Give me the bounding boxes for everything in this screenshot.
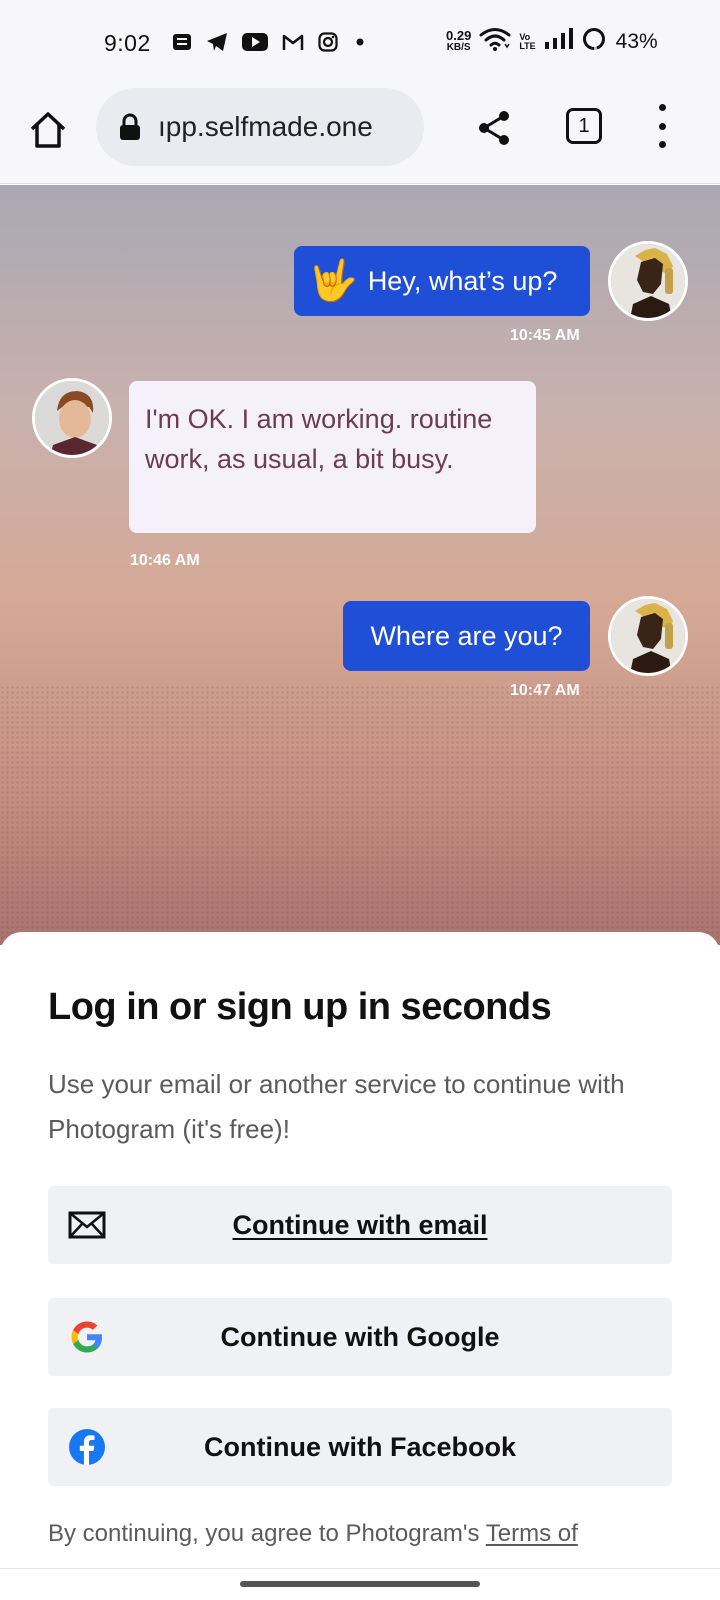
login-sheet: Log in or sign up in seconds Use your em… <box>0 932 720 1572</box>
network-speed-unit: KB/S <box>446 41 471 53</box>
terms-link[interactable]: Terms of <box>486 1520 578 1547</box>
avatar <box>608 596 688 676</box>
message-bubble-sent: Where are you? <box>343 601 590 671</box>
chat-preview: 🤟 Hey, what’s up? 10:45 AM I'm OK. I am … <box>0 185 720 945</box>
user-avatar-icon <box>611 599 685 673</box>
message-text: Where are you? <box>370 621 563 651</box>
tab-switcher-button[interactable]: 1 <box>566 108 602 144</box>
network-speed: 0.29 KB/S <box>446 27 472 54</box>
share-icon <box>479 111 509 145</box>
tab-count: 1 <box>578 114 590 137</box>
signal-icon <box>544 28 574 55</box>
legal-notice: By continuing, you agree to Photogram's … <box>48 1520 578 1548</box>
more-dot-icon <box>658 141 666 148</box>
instagram-icon <box>318 32 338 52</box>
url-text: ıpp.selfmade.one <box>158 111 373 142</box>
avatar <box>608 241 688 321</box>
sheet-subtitle: Use your email or another service to con… <box>48 1069 625 1144</box>
notes-icon <box>172 33 192 51</box>
navigation-bar <box>0 1568 720 1600</box>
volte-bottom: LTE <box>519 40 536 51</box>
wifi-icon <box>479 26 511 57</box>
google-button-label: Continue with Google <box>220 1321 500 1352</box>
more-dot-icon <box>658 104 666 111</box>
user-avatar-icon <box>35 381 109 455</box>
system-icons: 0.29 KB/S Vo LTE 43% <box>446 26 658 57</box>
avatar <box>32 378 112 458</box>
status-time: 9:02 <box>104 30 151 56</box>
network-speed-value: 0.29 <box>446 27 472 43</box>
more-dot-icon <box>658 122 666 130</box>
continue-with-email-button[interactable]: Continue with email <box>48 1186 672 1264</box>
sheet-title: Log in or sign up in seconds <box>48 986 552 1028</box>
telegram-icon <box>206 32 228 52</box>
volte-indicator: Vo LTE <box>519 32 536 51</box>
home-gesture-handle[interactable] <box>240 1581 480 1587</box>
gmail-icon <box>282 33 304 51</box>
lock-icon <box>120 113 140 140</box>
more-menu-button[interactable] <box>652 104 672 148</box>
message-text: I'm OK. I am working. routine work, as u… <box>145 404 493 474</box>
battery-icon <box>582 27 606 56</box>
browser-toolbar: ıpp.selfmade.one 1 <box>0 88 720 184</box>
message-bubble-sent: 🤟 Hey, what’s up? <box>294 246 590 316</box>
continue-with-facebook-button[interactable]: Continue with Facebook <box>48 1408 672 1486</box>
message-timestamp: 10:45 AM <box>510 327 580 344</box>
dot-icon <box>352 34 368 50</box>
home-icon <box>30 112 66 148</box>
google-icon <box>68 1318 106 1356</box>
mail-icon <box>68 1206 106 1244</box>
address-bar[interactable]: ıpp.selfmade.one <box>96 88 424 166</box>
email-button-label: Continue with email <box>232 1209 488 1240</box>
youtube-icon <box>242 33 268 51</box>
facebook-icon <box>68 1428 106 1466</box>
user-avatar-icon <box>611 244 685 318</box>
message-bubble-received: I'm OK. I am working. routine work, as u… <box>129 381 536 533</box>
facebook-button-label: Continue with Facebook <box>203 1431 516 1462</box>
battery-percentage: 43% <box>615 29 658 53</box>
notification-icons <box>172 32 368 52</box>
continue-with-google-button[interactable]: Continue with Google <box>48 1298 672 1376</box>
message-timestamp: 10:46 AM <box>130 552 200 569</box>
status-bar: 9:02 0.29 KB/S Vo LTE 43% <box>0 0 720 88</box>
message-text: Hey, what’s up? <box>367 266 558 296</box>
share-button[interactable] <box>474 108 514 148</box>
rock-hand-emoji-icon: 🤟 <box>308 259 358 303</box>
legal-text: By continuing, you agree to Photogram's <box>48 1520 486 1547</box>
home-button[interactable] <box>28 110 68 150</box>
message-timestamp: 10:47 AM <box>510 682 580 699</box>
